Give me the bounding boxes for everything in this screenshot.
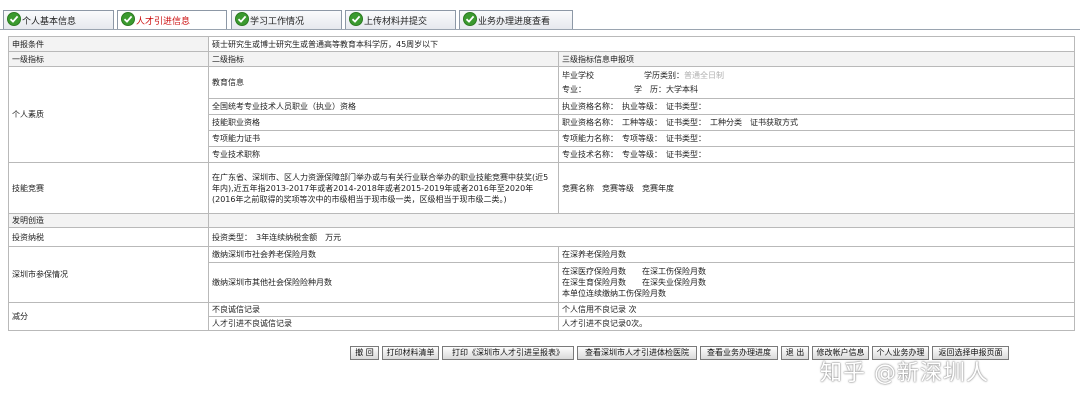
check-icon bbox=[7, 12, 21, 26]
check-icon bbox=[121, 12, 135, 26]
table-header-row: 一级指标 二级指标 三级指标信息申报项 bbox=[8, 51, 1075, 67]
other-insurance-label: 缴纳深圳市其他社会保险险种月数 bbox=[208, 262, 559, 303]
tab-label: 人才引进信息 bbox=[136, 17, 191, 27]
insurance-line: 在深生育保险月数 在深失业保险月数 bbox=[562, 278, 706, 287]
major-label: 专业： bbox=[562, 85, 586, 94]
insurance-line: 本单位连续缴纳工伤保险月数 bbox=[562, 289, 666, 298]
tab-upload-submit[interactable]: 上传材料并提交 bbox=[345, 10, 456, 29]
view-progress-button[interactable]: 查看业务办理进度 bbox=[700, 346, 778, 360]
deduction-label: 减分 bbox=[8, 302, 209, 331]
view-hospital-button[interactable]: 查看深圳市人才引进体检医院 bbox=[577, 346, 697, 360]
qual-tech-detail: 专业技术名称： 专业等级： 证书类型： bbox=[558, 146, 1075, 163]
print-material-list-button[interactable]: 打印材料清单 bbox=[382, 346, 439, 360]
header-level2: 二级指标 bbox=[208, 51, 559, 67]
bad-credit-detail: 个人信用不良记录 次 bbox=[558, 302, 1075, 317]
tab-divider bbox=[0, 29, 1080, 30]
table-row: 发明创造 bbox=[8, 213, 1075, 228]
table-row: 投资纳税 投资类型： 3年连续纳税金额 万元 bbox=[8, 227, 1075, 247]
check-icon bbox=[235, 12, 249, 26]
edu-category-value: 普通全日制 bbox=[684, 71, 724, 80]
tab-study-work[interactable]: 学习工作情况 bbox=[231, 10, 342, 29]
qual-tech-label: 专业技术职称 bbox=[208, 146, 559, 163]
skill-contest-detail: 竞赛名称 竞赛等级 竞赛年度 bbox=[558, 162, 1075, 214]
tab-label: 学习工作情况 bbox=[250, 17, 305, 27]
talent-bad-credit-detail: 人才引进不良记录0次。 bbox=[558, 316, 1075, 331]
tab-progress[interactable]: 业务办理进度查看 bbox=[459, 10, 573, 29]
table-row: 申报条件 硕士研究生或博士研究生或普通高等教育本科学历，45周岁以下 bbox=[8, 36, 1075, 52]
bad-credit-label: 不良诚信记录 bbox=[208, 302, 559, 317]
tab-label: 个人基本信息 bbox=[22, 17, 77, 27]
investment-label: 投资纳税 bbox=[8, 227, 209, 247]
talent-info-table: 申报条件 硕士研究生或博士研究生或普通高等教育本科学历，45周岁以下 一级指标 … bbox=[8, 36, 1075, 331]
tab-talent-intro[interactable]: 人才引进信息 bbox=[117, 10, 227, 29]
qual-skill-detail: 职业资格名称： 工种等级： 证书类型： 工种分类 证书获取方式 bbox=[558, 114, 1075, 131]
talent-bad-credit-label: 人才引进不良诚信记录 bbox=[208, 316, 559, 331]
grad-school-label: 毕业学校 bbox=[562, 71, 594, 80]
table-row: 技能竞赛 在广东省、深圳市、区人力资源保障部门举办或与有关行业联合举办的职业技能… bbox=[8, 162, 1075, 214]
header-level1: 一级指标 bbox=[8, 51, 209, 67]
header-level3: 三级指标信息申报项 bbox=[558, 51, 1075, 67]
check-icon bbox=[349, 12, 363, 26]
qual-special-detail: 专项能力名称： 专项等级： 证书类型： bbox=[558, 130, 1075, 147]
withdraw-button[interactable]: 撤 回 bbox=[350, 346, 379, 360]
qual-national-label: 全国统考专业技术人员职业（执业）资格 bbox=[208, 98, 559, 115]
invention-label: 发明创造 bbox=[8, 213, 209, 228]
qual-special-label: 专项能力证书 bbox=[208, 130, 559, 147]
tab-personal-info[interactable]: 个人基本信息 bbox=[3, 10, 114, 29]
personal-quality-label: 个人素质 bbox=[8, 66, 209, 163]
table-row: 个人素质 教育信息 毕业学校 学历类别：普通全日制 专业： 学 历：大学本科 bbox=[8, 66, 1075, 163]
tab-label: 业务办理进度查看 bbox=[478, 17, 551, 27]
tab-bar: 个人基本信息 人才引进信息 学习工作情况 上传材料并提交 业务办理进度查看 bbox=[0, 0, 1080, 30]
invention-value bbox=[208, 213, 1075, 228]
table-row: 深圳市参保情况 缴纳深圳市社会养老保险月数 在深养老保险月数 bbox=[8, 246, 1075, 303]
edu-category-label: 学历类别： bbox=[644, 71, 684, 80]
table-row: 减分 不良诚信记录 个人信用不良记录 次 bbox=[8, 302, 1075, 331]
apply-condition-value: 硕士研究生或博士研究生或普通高等教育本科学历，45周岁以下 bbox=[208, 36, 1075, 52]
insurance-line: 在深医疗保险月数 在深工伤保险月数 bbox=[562, 267, 706, 276]
pension-detail: 在深养老保险月数 bbox=[558, 246, 1075, 263]
investment-detail: 投资类型： 3年连续纳税金额 万元 bbox=[208, 227, 1075, 247]
degree-label: 学 历：大学本科 bbox=[634, 85, 698, 94]
qual-skill-label: 技能职业资格 bbox=[208, 114, 559, 131]
exit-button[interactable]: 退 出 bbox=[781, 346, 809, 360]
print-report-form-button[interactable]: 打印《深圳市人才引进呈报表》 bbox=[442, 346, 574, 360]
watermark-text: 知乎 @新深圳人 bbox=[820, 361, 989, 386]
check-icon bbox=[463, 12, 477, 26]
skill-contest-desc: 在广东省、深圳市、区人力资源保障部门举办或与有关行业联合举办的职业技能竞赛中获奖… bbox=[208, 162, 559, 214]
skill-contest-label: 技能竞赛 bbox=[8, 162, 209, 214]
pension-months-label: 缴纳深圳市社会养老保险月数 bbox=[208, 246, 559, 263]
apply-condition-label: 申报条件 bbox=[8, 36, 209, 52]
tab-label: 上传材料并提交 bbox=[364, 17, 428, 27]
education-info-detail: 毕业学校 学历类别：普通全日制 专业： 学 历：大学本科 bbox=[558, 66, 1075, 99]
education-info-label: 教育信息 bbox=[208, 66, 559, 99]
qual-national-detail: 执业资格名称： 执业等级： 证书类型： bbox=[558, 98, 1075, 115]
insurance-label: 深圳市参保情况 bbox=[8, 246, 209, 303]
other-insurance-detail: 在深医疗保险月数 在深工伤保险月数 在深生育保险月数 在深失业保险月数 本单位连… bbox=[558, 262, 1075, 303]
